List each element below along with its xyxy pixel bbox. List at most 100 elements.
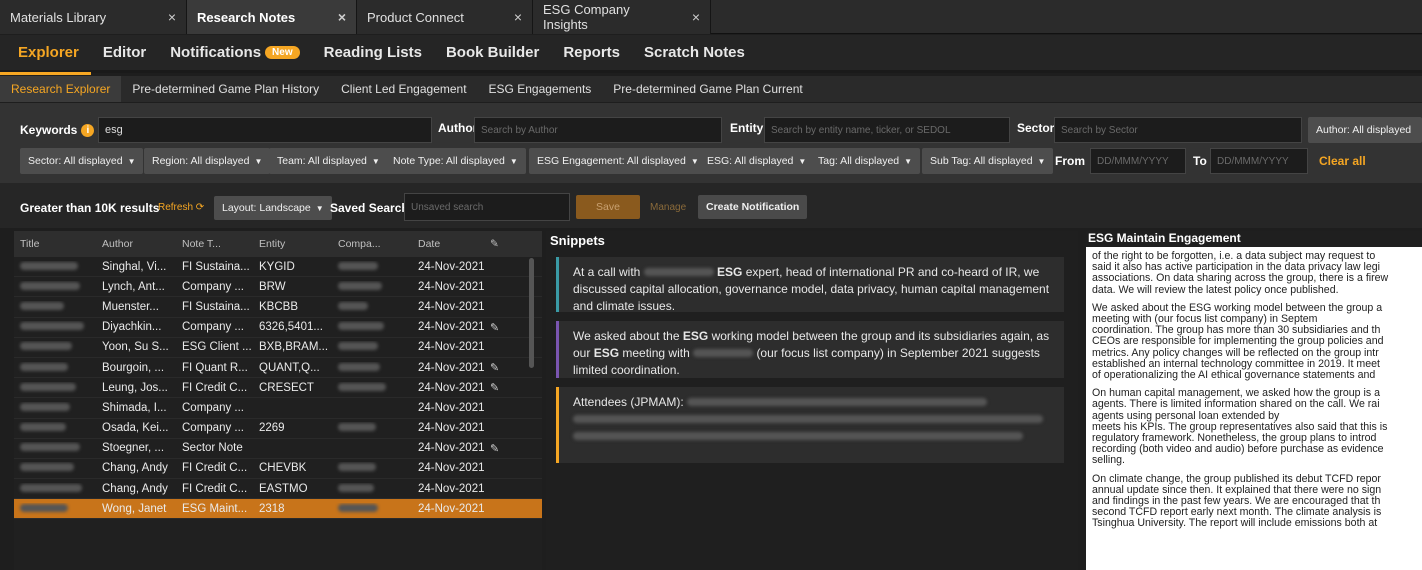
col-title[interactable]: Title [14,238,96,250]
row-company [332,321,412,333]
nav-book-builder[interactable]: Book Builder [446,34,539,72]
table-row[interactable]: Chang, Andy FI Credit C... EASTMO 24-Nov-20… [14,479,542,500]
author-input[interactable]: Search by Author [474,117,722,143]
table-row[interactable]: Stoegner, ... Sector Note 24-Nov-2021 ✎ [14,439,542,459]
row-note-type: FI Sustaina... [182,300,250,313]
subnav-esg-engagements[interactable]: ESG Engagements [478,76,603,102]
row-date: 24-Nov-2021 [418,280,484,293]
table-row[interactable]: Bourgoin, ... FI Quant R... QUANT,Q... 24-N… [14,358,542,379]
table-row[interactable]: Singhal, Vi... FI Sustaina... KYGID 24-Nov-… [14,257,542,278]
keywords-input[interactable]: esg [98,117,432,143]
detail-line: associations. On data sharing across the… [1092,272,1389,285]
layout-label: Layout: Landscape [222,202,311,214]
col-author[interactable]: Author [96,238,176,250]
col-date[interactable]: Date [412,238,484,250]
snippet-card[interactable]: We asked about the ESG working model bet… [556,321,1064,378]
nav-reports[interactable]: Reports [563,34,620,72]
tag-dropdown[interactable]: Tag: All displayed ▼ [810,148,921,174]
dropdown-label: ESG: All displayed [707,155,794,167]
redacted-text [338,342,378,351]
close-icon[interactable]: × [324,9,346,25]
results-bar: Greater than 10K results Refresh ⟳ Layou… [0,183,1422,228]
esg-dropdown[interactable]: ESG: All displayed ▼ [699,148,815,174]
layout-dropdown[interactable]: Layout: Landscape ▼ [214,196,332,220]
table-row[interactable]: Muenster... FI Sustaina... KBCBB 24-Nov-202… [14,297,542,318]
table-row[interactable]: Wong, Janet ESG Maint... 2318 24-Nov-2021 [14,499,542,520]
detail-line: agents. There is limited information sha… [1092,398,1380,411]
row-author: Leung, Jos... [102,381,168,394]
info-icon[interactable]: i [81,124,95,138]
nav-editor[interactable]: Editor [103,34,146,72]
table-row[interactable]: Lynch, Ant... Company ... BRW 24-Nov-2021 [14,277,542,298]
table-scrollbar[interactable] [529,258,534,368]
redacted-text [338,382,386,391]
author-dropdown-label: Author: All displayed [1316,124,1412,136]
redacted-text [20,382,76,391]
nav-reading-lists[interactable]: Reading Lists [324,34,422,72]
table-row[interactable]: Osada, Kei... Company ... 2269 24-Nov-2021 [14,419,542,439]
to-date-input[interactable]: DD/MMM/YYYY [1210,148,1308,174]
region-dropdown[interactable]: Region: All displayed ▼ [144,148,271,174]
detail-body: of the right to be forgotten, i.e. a dat… [1086,247,1422,530]
close-icon[interactable]: × [154,9,176,25]
nav-explorer[interactable]: Explorer [0,34,91,75]
nav-notifications[interactable]: Notifications New [170,34,300,72]
save-button[interactable]: Save [576,195,640,219]
row-note-type: ESG Client ... [182,341,252,354]
nav-scratch-notes[interactable]: Scratch Notes [644,34,745,72]
tab-research-notes[interactable]: Research Notes × [187,0,357,34]
subnav-client-led-engagement[interactable]: Client Led Engagement [330,76,477,102]
sub-tag-dropdown[interactable]: Sub Tag: All displayed ▼ [922,148,1054,174]
tab-esg-company-insights[interactable]: ESG Company Insights × [533,0,711,34]
create-notification-button[interactable]: Create Notification [698,195,808,219]
col-entity[interactable]: Entity [253,238,332,250]
author-dropdown[interactable]: Author: All displayed [1308,117,1422,143]
tab-product-connect[interactable]: Product Connect × [357,0,533,34]
row-note-type: Company ... [182,280,244,293]
team-dropdown[interactable]: Team: All displayed ▼ [269,148,388,174]
table-row[interactable]: Diyachkin... Company ... 6326,5401... 24-No… [14,318,542,338]
row-author: Osada, Kei... [102,422,169,435]
refresh-button[interactable]: Refresh ⟳ [158,202,204,213]
entity-input[interactable]: Search by entity name, ticker, or SEDOL [764,117,1010,143]
row-note-type: Sector Note [182,442,243,455]
note-type-dropdown[interactable]: Note Type: All displayed ▼ [385,148,526,174]
subnav-research-explorer[interactable]: Research Explorer [0,76,122,102]
row-title [14,362,96,374]
redacted-text [20,443,80,452]
redacted-text [338,503,378,512]
saved-search-input[interactable]: Unsaved search [404,193,570,221]
detail-line: CEOs are responsible for implementing th… [1092,335,1384,348]
row-title [14,462,96,474]
manage-link[interactable]: Manage [650,202,686,213]
redacted-text [20,483,82,492]
table-row[interactable]: Yoon, Su S... ESG Client ... BXB,BRAM... 24… [14,338,542,358]
from-date-input[interactable]: DD/MMM/YYYY [1090,148,1186,174]
redacted-text [573,432,1023,440]
row-company [332,382,412,394]
snippet-card[interactable]: Attendees (JPMAM): [556,387,1064,463]
row-note-type: FI Credit C... [182,462,248,475]
esg-engagement-dropdown[interactable]: ESG Engagement: All displayed ▼ [529,148,707,174]
col-note-type[interactable]: Note T... [176,238,253,250]
snippet-card[interactable]: At a call with ESG expert, head of inter… [556,257,1064,313]
row-author: Singhal, Vi... [102,260,167,273]
close-icon[interactable]: × [500,9,522,25]
table-row[interactable]: Shimada, I... Company ... 24-Nov-2021 [14,398,542,419]
sector-input[interactable]: Search by Sector [1054,117,1302,143]
table-row[interactable]: Leung, Jos... FI Credit C... CRESECT 24-Nov… [14,378,542,399]
tab-materials-library[interactable]: Materials Library × [0,0,187,34]
col-company[interactable]: Compa... [332,238,412,250]
subnav-game-plan-history[interactable]: Pre-determined Game Plan History [121,76,330,102]
row-title [14,321,96,333]
paperclip-icon: ✎ [490,362,500,375]
results-table: Title Author Note T... Entity Compa... D… [14,231,542,570]
chevron-down-icon: ▼ [371,156,380,166]
close-icon[interactable]: × [678,9,700,25]
clear-all-link[interactable]: Clear all [1319,154,1366,168]
row-entity: EASTMO [259,482,308,495]
subnav-game-plan-current[interactable]: Pre-determined Game Plan Current [602,76,813,102]
table-row[interactable]: Chang, Andy FI Credit C... CHEVBK 24-Nov-20… [14,459,542,480]
sector-dropdown[interactable]: Sector: All displayed ▼ [20,148,144,174]
entity-label: Entity [730,121,764,135]
